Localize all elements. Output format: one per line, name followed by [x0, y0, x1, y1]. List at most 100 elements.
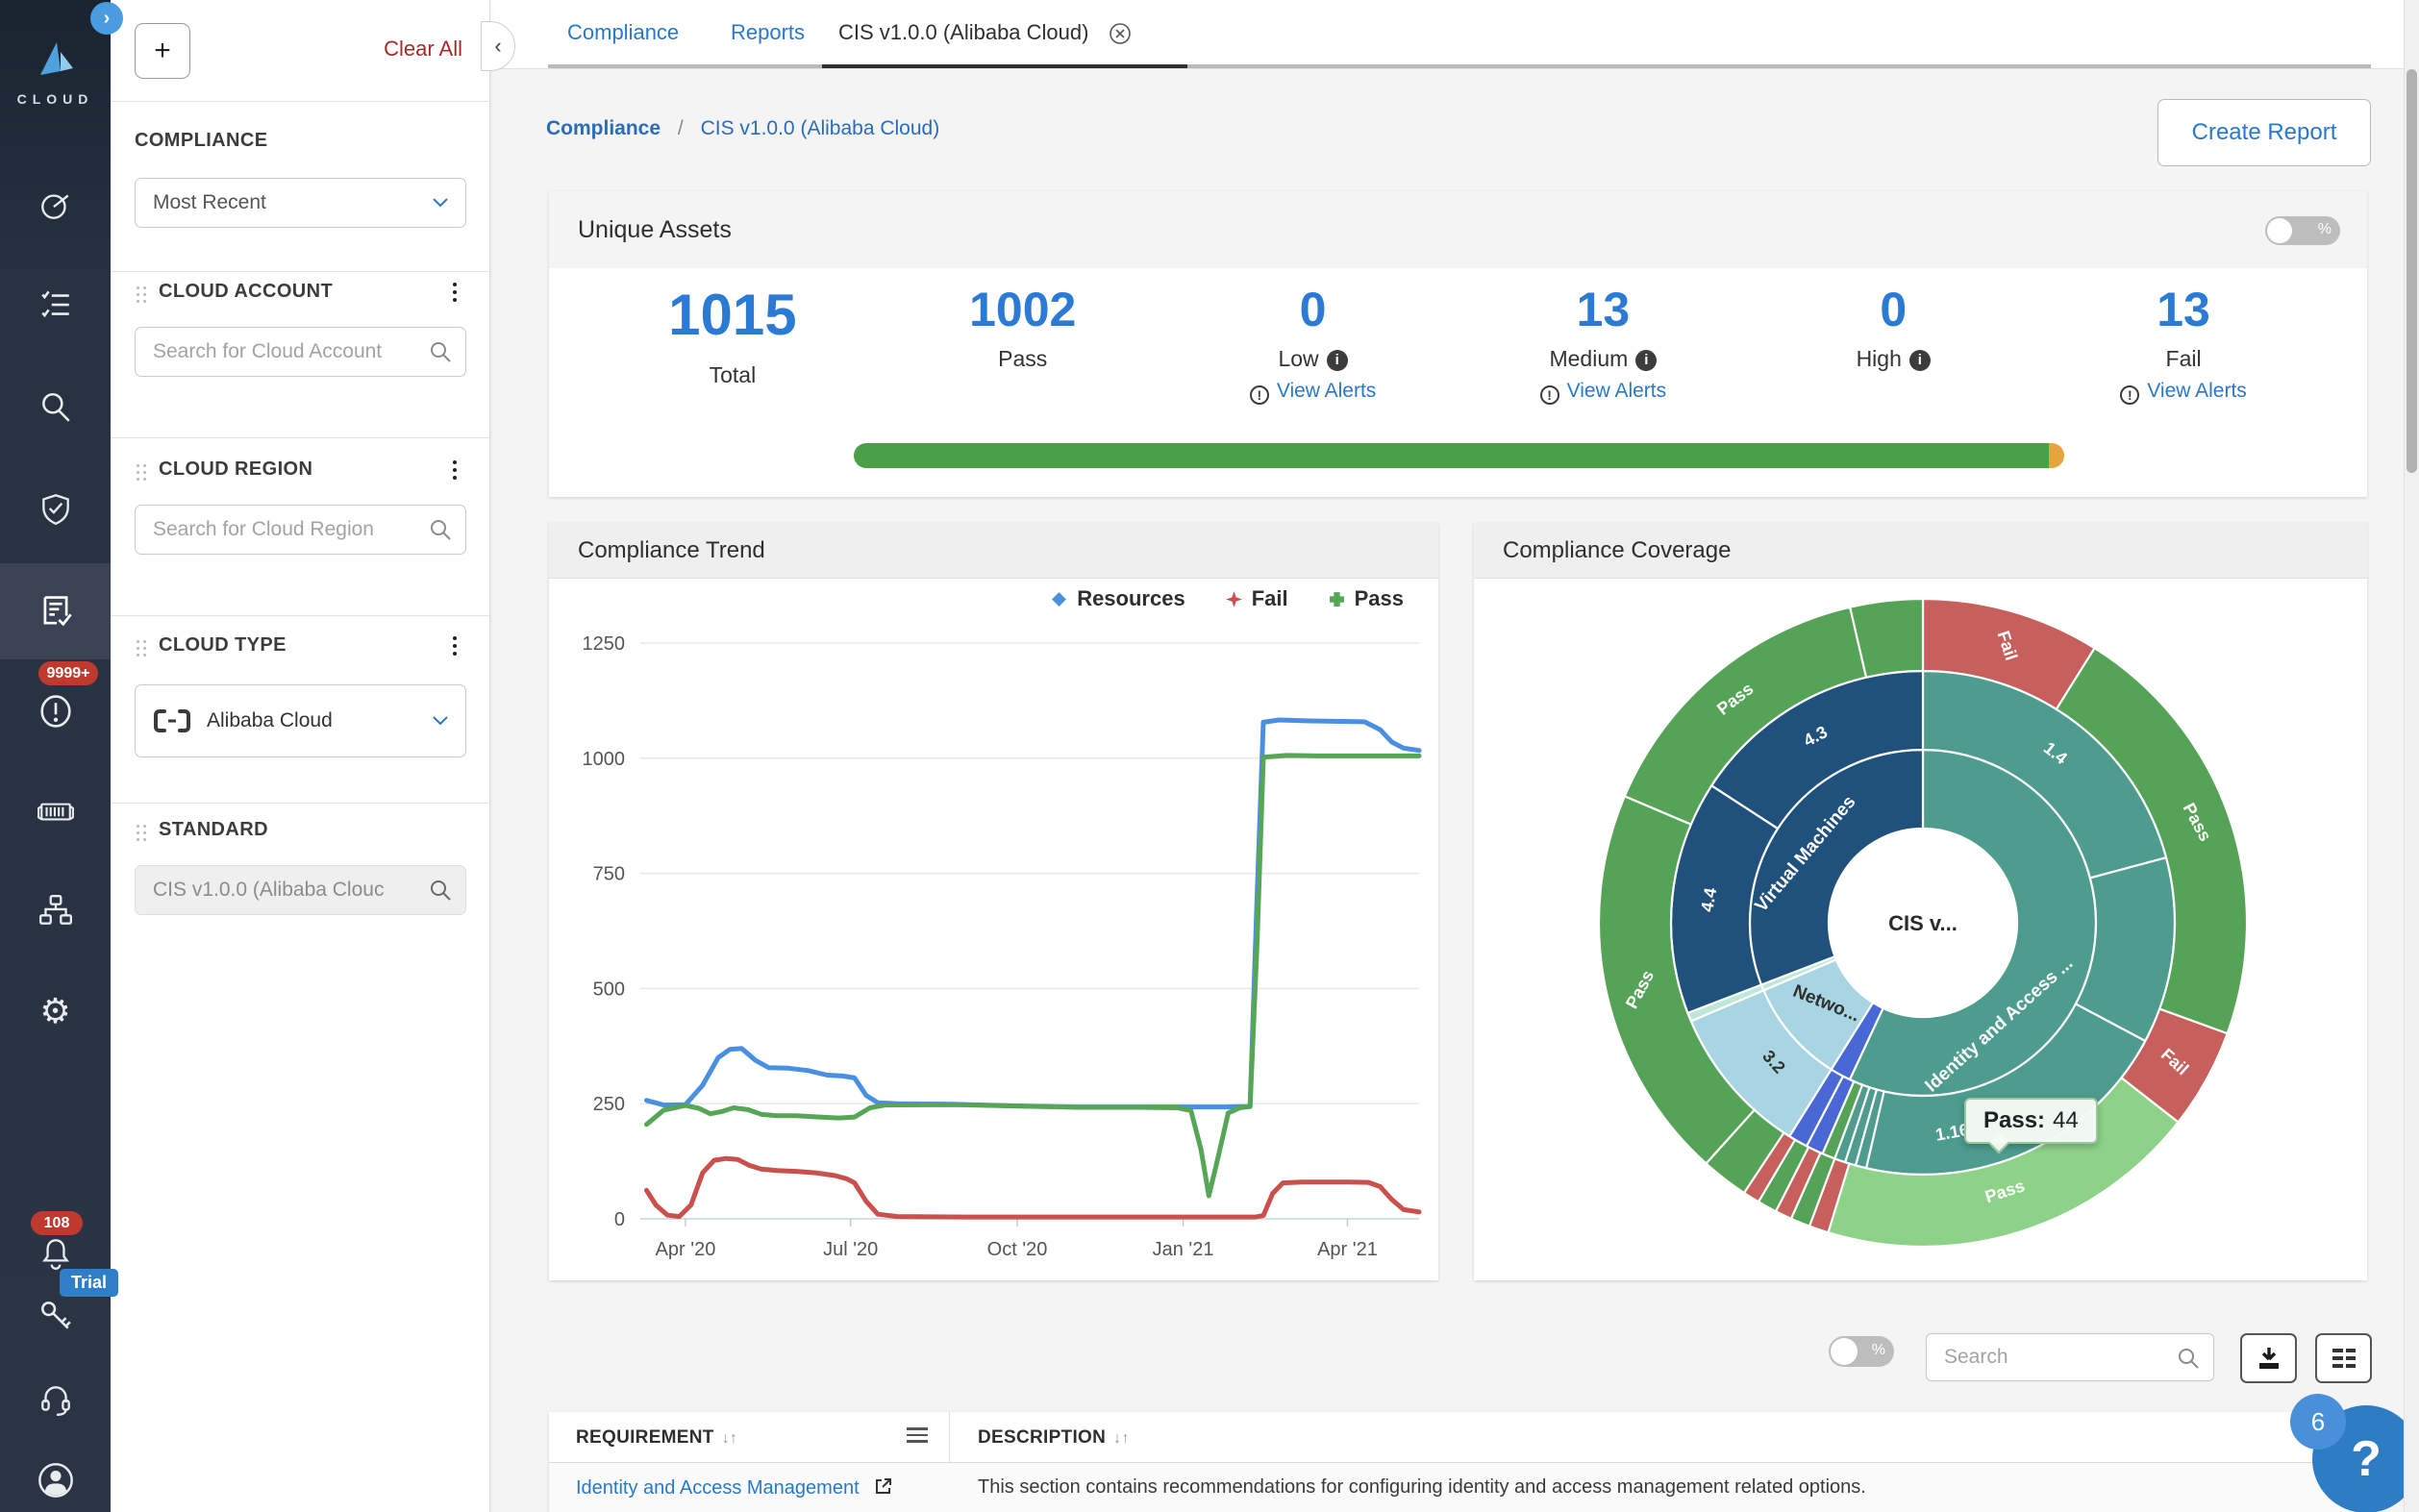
info-icon[interactable]: i — [1909, 350, 1931, 371]
sidebar-item-policies[interactable] — [0, 273, 111, 335]
kebab-menu-icon[interactable] — [446, 632, 463, 661]
filter-group-title: COMPLIANCE — [135, 130, 267, 152]
sidebar-item-investigate[interactable] — [0, 377, 111, 438]
sidebar-item-profile[interactable] — [0, 1450, 111, 1511]
column-settings-button[interactable] — [2315, 1333, 2372, 1383]
kebab-menu-icon[interactable] — [446, 457, 463, 485]
breadcrumb-compliance[interactable]: Compliance — [546, 117, 661, 139]
view-alerts-link[interactable]: !View Alerts — [1458, 380, 1748, 405]
sidebar-item-alerts[interactable] — [0, 681, 111, 742]
key-icon — [37, 1297, 74, 1333]
sidebar-item-compute[interactable] — [0, 781, 111, 842]
tab-cis-standard[interactable]: CIS v1.0.0 (Alibaba Cloud) — [838, 0, 1132, 65]
cloud-type-dropdown[interactable]: Alibaba Cloud — [135, 684, 466, 757]
svg-text:500: 500 — [593, 979, 625, 1000]
info-icon[interactable]: i — [1327, 350, 1348, 371]
stat-value: 1015 — [587, 284, 878, 347]
description-cell: This section contains recommendations fo… — [978, 1476, 1866, 1499]
section-title: CLOUD ACCOUNT — [159, 281, 333, 303]
info-icon[interactable]: i — [1635, 350, 1657, 371]
drag-handle-icon[interactable] — [137, 286, 148, 304]
container-icon — [37, 793, 75, 830]
chevron-down-icon — [433, 716, 448, 726]
alibaba-cloud-icon — [153, 707, 191, 734]
compliance-report-icon — [37, 592, 75, 631]
tab-compliance[interactable]: Compliance — [567, 0, 679, 65]
sidebar-item-compliance-active[interactable] — [0, 563, 111, 659]
drag-handle-icon[interactable] — [137, 640, 148, 657]
section-title: CLOUD REGION — [159, 459, 312, 481]
divider — [111, 437, 490, 438]
svg-text:Oct '20: Oct '20 — [987, 1239, 1048, 1260]
coverage-sunburst-chart[interactable]: CIS v...Identity and Access ...Netwo...V… — [1474, 579, 2367, 1280]
download-button[interactable] — [2240, 1333, 2297, 1383]
close-tab-icon[interactable] — [1109, 22, 1132, 45]
gauge-icon — [37, 186, 74, 223]
view-alerts-link[interactable]: !View Alerts — [1168, 380, 1459, 405]
add-filter-button[interactable]: + — [135, 23, 190, 79]
sidebar-item-security[interactable] — [0, 479, 111, 540]
kebab-menu-icon[interactable] — [446, 279, 463, 308]
section-title: STANDARD — [159, 819, 268, 841]
sort-icons[interactable]: ↓↑ — [1113, 1430, 1130, 1447]
table-search-input[interactable] — [1926, 1333, 2214, 1381]
sidebar-item-support[interactable] — [0, 1369, 111, 1430]
column-header-requirement[interactable]: REQUIREMENT↓↑ — [576, 1412, 737, 1463]
alerts-count-badge: 9999+ — [38, 661, 98, 685]
search-nav-icon — [37, 389, 74, 426]
cloud-region-search-input[interactable] — [135, 505, 466, 555]
stat-value: 13 — [1458, 284, 1748, 336]
column-menu-icon[interactable] — [907, 1427, 928, 1447]
compliance-trend-panel: Compliance Trend ResourcesFailPass 02505… — [549, 523, 1438, 1280]
svg-text:CIS v...: CIS v... — [1888, 911, 1958, 935]
page-scrollbar[interactable] — [2404, 0, 2419, 1512]
unique-assets-header: Unique Assets % — [549, 191, 2367, 268]
svg-text:1250: 1250 — [583, 633, 626, 655]
svg-text:4.4: 4.4 — [1697, 886, 1720, 913]
percent-toggle[interactable]: % — [2265, 216, 2340, 245]
divider — [111, 271, 490, 272]
user-avatar-icon — [37, 1461, 75, 1500]
alert-outline-icon: ! — [2120, 385, 2139, 405]
standard-filter-input[interactable] — [135, 865, 466, 915]
trial-badge: Trial — [60, 1269, 118, 1297]
svg-text:Apr '20: Apr '20 — [656, 1239, 716, 1260]
stat-pass: 1002 Pass — [878, 284, 1168, 405]
breadcrumb-current[interactable]: CIS v1.0.0 (Alibaba Cloud) — [701, 117, 940, 139]
progress-pass — [854, 443, 2049, 468]
stat-label: Mediumi — [1458, 346, 1748, 372]
logo-text: CLOUD — [0, 91, 111, 107]
clear-all-filters-button[interactable]: Clear All — [384, 37, 462, 62]
table-percent-toggle[interactable]: % — [1829, 1336, 1894, 1367]
checklist-icon — [37, 285, 74, 322]
logo-triangle-icon — [34, 38, 78, 79]
requirements-table: REQUIREMENT↓↑ DESCRIPTION↓↑ Identity and… — [549, 1412, 2370, 1512]
table-columns-icon — [2331, 1347, 2357, 1370]
sidebar-expand-button[interactable]: › — [90, 2, 123, 35]
sort-icons[interactable]: ↓↑ — [722, 1430, 738, 1447]
stat-medium: 13 Mediumi !View Alerts — [1458, 284, 1748, 405]
stat-label: Highi — [1748, 346, 2038, 372]
svg-text:750: 750 — [593, 864, 625, 885]
view-alerts-link[interactable]: !View Alerts — [2038, 380, 2329, 405]
prisma-cloud-logo[interactable]: CLOUD — [0, 38, 111, 107]
sidebar-item-dashboard[interactable] — [0, 174, 111, 235]
drag-handle-icon[interactable] — [137, 464, 148, 482]
alert-outline-icon: ! — [1250, 385, 1269, 405]
svg-text:Jan '21: Jan '21 — [1153, 1239, 1214, 1260]
tab-reports[interactable]: Reports — [731, 0, 805, 65]
section-title: CLOUD TYPE — [159, 634, 287, 657]
sidebar-item-network[interactable] — [0, 880, 111, 941]
requirement-link[interactable]: Identity and Access Management — [576, 1476, 893, 1500]
divider — [111, 615, 490, 616]
bell-icon — [37, 1235, 74, 1272]
tooltip-label: Pass: — [1983, 1107, 2045, 1133]
scrollbar-thumb[interactable] — [2407, 69, 2417, 473]
tab-label: CIS v1.0.0 (Alibaba Cloud) — [838, 20, 1088, 44]
sidebar-item-settings[interactable]: ⚙ — [0, 980, 111, 1042]
create-report-button[interactable]: Create Report — [2157, 99, 2371, 166]
column-header-description[interactable]: DESCRIPTION↓↑ — [978, 1412, 1130, 1463]
sort-dropdown[interactable]: Most Recent — [135, 178, 466, 228]
drag-handle-icon[interactable] — [137, 825, 148, 842]
cloud-account-search-input[interactable] — [135, 327, 466, 377]
